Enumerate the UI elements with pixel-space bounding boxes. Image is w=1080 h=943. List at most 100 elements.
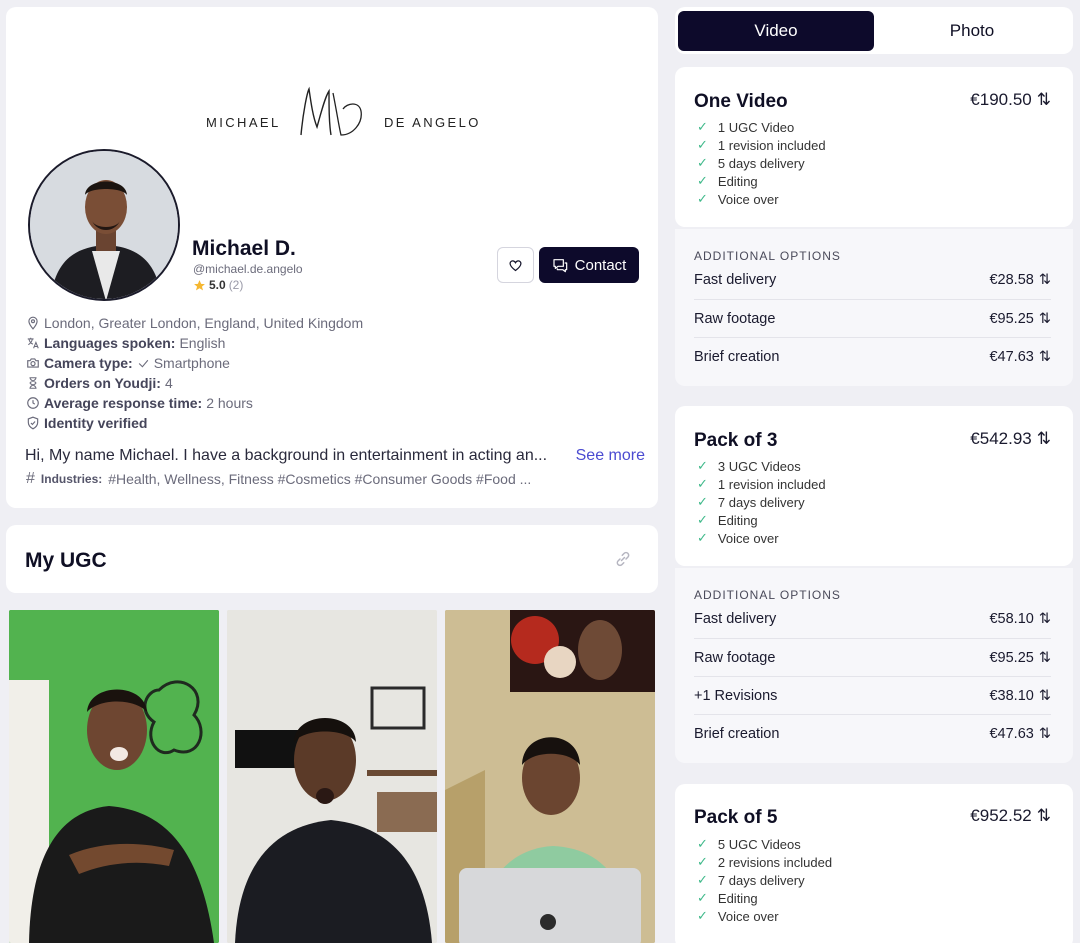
bio: Hi, My name Michael. I have a background… [25,447,645,465]
response-value: 2 hours [206,395,253,411]
creator-handle: @michael.de.angelo [193,262,303,276]
feature-item: ✓ 1 UGC Video [697,119,795,135]
feature-item: ✓ Editing [697,890,758,906]
profile-details: London, Greater London, England, United … [26,313,363,433]
rating-score: 5.0 [209,278,226,292]
verified-label: Identity verified [44,415,148,431]
logo-text-right: DE ANGELO [384,115,481,130]
currency-swap-icon: ⇅ [1038,272,1051,288]
currency-swap-icon: ⇅ [1036,429,1051,448]
feature-list: ✓ 3 UGC Videos ✓ 1 revision included ✓ 7 da… [697,457,826,547]
currency-swap-icon: ⇅ [1038,649,1051,666]
languages-row: Languages spoken: English [26,333,363,353]
creator-name: Michael D. [192,237,296,260]
see-more-link[interactable]: See more [576,447,645,465]
option-row[interactable]: Brief creation €47.63 ⇅ [694,337,1051,375]
favorite-button[interactable] [497,247,534,283]
logo-text-left: MICHAEL [206,115,281,130]
feature-item: ✓ Voice over [697,530,779,546]
camera-value: Smartphone [153,355,230,371]
package-title: Pack of 5 [694,807,778,828]
feature-item: ✓ 5 UGC Videos [697,836,801,852]
languages-value: English [179,335,226,351]
package-price: €190.50 ⇅ [970,90,1051,110]
verified-row: Identity verified [26,413,363,433]
check-icon: ✓ [697,137,708,152]
option-price: €58.10 [989,611,1034,627]
check-icon: ✓ [697,173,708,188]
option-label: Brief creation [694,725,780,742]
check-icon: ✓ [697,530,708,545]
option-price: €47.63 [989,725,1034,742]
contact-button[interactable]: Contact [539,247,639,283]
option-price: €95.25 [989,649,1034,666]
option-row[interactable]: Fast delivery €58.10 ⇅ [694,600,1051,638]
package-card[interactable]: Pack of 3 €542.93 ⇅ ✓ 3 UGC Videos ✓ 1 rev… [675,406,1073,566]
option-row[interactable]: Brief creation €47.63 ⇅ [694,714,1051,752]
currency-swap-icon: ⇅ [1038,310,1051,327]
option-price: €47.63 [989,348,1034,365]
option-row[interactable]: Raw footage €95.25 ⇅ [694,299,1051,337]
option-label: +1 Revisions [694,687,778,704]
link-icon[interactable] [614,550,632,568]
tab-photo[interactable]: Photo [874,11,1070,51]
package-price: €542.93 ⇅ [970,429,1051,449]
translate-icon [27,337,39,349]
check-icon: ✓ [697,458,708,473]
feature-item: ✓ 7 days delivery [697,872,805,888]
response-label: Average response time: [44,395,203,411]
location-text: London, Greater London, England, United … [44,315,364,331]
feature-item: ✓ Voice over [697,908,779,924]
contact-button-label: Contact [574,256,627,274]
currency-swap-icon: ⇅ [1038,611,1051,627]
feature-item: ✓ 5 days delivery [697,155,805,171]
package-title: One Video [694,91,788,112]
option-label: Fast delivery [694,611,777,627]
clock-icon [27,397,39,409]
ugc-video-thumbnail[interactable] [227,610,437,943]
check-icon: ✓ [697,155,708,170]
ugc-video-thumbnail[interactable] [9,610,219,943]
check-icon: ✓ [697,191,708,206]
heart-icon [509,259,522,271]
check-icon: ✓ [697,908,708,923]
check-icon: ✓ [697,512,708,527]
orders-label: Orders on Youdji: [44,375,161,391]
currency-swap-icon: ⇅ [1036,90,1051,109]
feature-item: ✓ 1 revision included [697,137,826,153]
option-row[interactable]: Fast delivery €28.58 ⇅ [694,261,1051,299]
check-icon [138,359,148,368]
hourglass-icon [29,377,37,389]
location-pin-icon [28,316,38,330]
location-row: London, Greater London, England, United … [26,313,363,333]
ugc-video-thumbnail[interactable] [445,610,655,943]
orders-row: Orders on Youdji: 4 [26,373,363,393]
brand-logo: MICHAEL DE ANGELO [6,77,658,147]
option-row[interactable]: +1 Revisions €38.10 ⇅ [694,676,1051,714]
feature-item: ✓ Editing [697,173,758,189]
package-card[interactable]: Pack of 5 €952.52 ⇅ ✓ 5 UGC Videos ✓ 2 rev… [675,784,1073,943]
currency-swap-icon: ⇅ [1038,348,1051,365]
feature-item: ✓ Editing [697,512,758,528]
bio-text: Hi, My name Michael. I have a background… [25,447,548,464]
option-price: €38.10 [989,687,1034,704]
rating-count: (2) [228,278,244,292]
check-icon: ✓ [697,476,708,491]
ugc-title: My UGC [25,549,107,572]
feature-item: ✓ 2 revisions included [697,854,833,870]
feature-item: ✓ Voice over [697,191,779,207]
tab-video[interactable]: Video [678,11,874,51]
avatar [28,149,180,301]
option-label: Fast delivery [694,272,777,288]
option-row[interactable]: Raw footage €95.25 ⇅ [694,638,1051,676]
package-card[interactable]: One Video €190.50 ⇅ ✓ 1 UGC Video ✓ 1 revi… [675,67,1073,227]
tab-bar: Video Photo [675,7,1073,54]
check-icon: ✓ [697,494,708,509]
currency-swap-icon: ⇅ [1038,725,1051,742]
additional-options: ADDITIONAL OPTIONS Fast delivery €58.10 ⇅ … [675,568,1073,763]
feature-list: ✓ 1 UGC Video ✓ 1 revision included ✓ 5 day… [697,118,826,208]
package-title: Pack of 3 [694,430,778,451]
check-icon: ✓ [697,872,708,887]
option-label: Raw footage [694,649,776,666]
ugc-header-card: My UGC [6,525,658,593]
